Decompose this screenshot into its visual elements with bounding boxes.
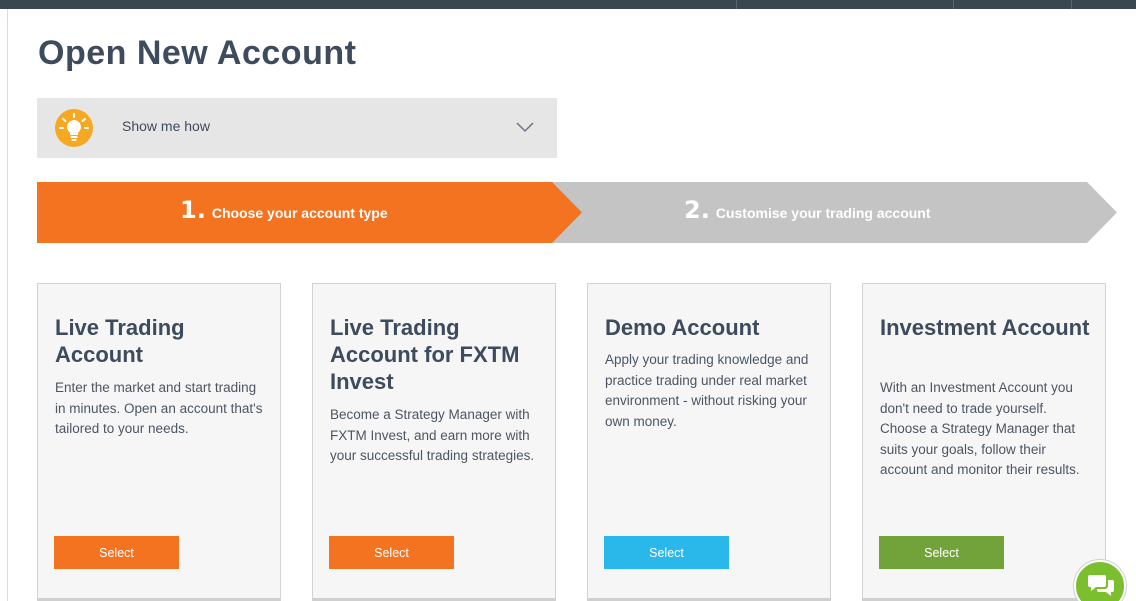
- card-investment-account: Investment Account With an Investment Ac…: [862, 283, 1106, 601]
- page-title: Open New Account: [38, 34, 357, 72]
- top-bar-divider: [1071, 0, 1072, 9]
- step-2-number: 2.: [684, 196, 710, 224]
- step-2[interactable]: 2. Customise your trading account: [684, 196, 931, 224]
- card-demo-account: Demo Account Apply your trading knowledg…: [587, 283, 831, 601]
- card-title: Live Trading Account for FXTM Invest: [330, 315, 520, 394]
- top-bar-divider: [736, 0, 737, 9]
- card-live-trading: Live Trading Account Enter the market an…: [37, 283, 281, 601]
- select-demo-account-button[interactable]: Select: [604, 536, 729, 569]
- card-description: Enter the market and start trading in mi…: [55, 380, 263, 436]
- select-live-trading-button[interactable]: Select: [54, 536, 179, 569]
- chat-bubbles-icon: [1088, 575, 1114, 596]
- step-1[interactable]: 1. Choose your account type: [180, 196, 388, 224]
- select-investment-account-button[interactable]: Select: [879, 536, 1004, 569]
- show-me-how-label: Show me how: [122, 118, 210, 134]
- top-bar: [0, 0, 1136, 9]
- top-bar-divider: [953, 0, 954, 9]
- show-me-how-toggle[interactable]: Show me how: [37, 98, 557, 158]
- lightbulb-icon: [55, 109, 93, 147]
- step-1-label: Choose your account type: [211, 205, 388, 221]
- left-border: [7, 9, 8, 601]
- chevron-down-icon: [516, 122, 534, 133]
- card-title: Investment Account: [880, 315, 1090, 340]
- card-description: With an Investment Account you don't nee…: [880, 380, 1080, 477]
- progress-steps: 1. Choose your account type 2. Customise y…: [37, 182, 1117, 243]
- step-2-label: Customise your trading account: [715, 205, 931, 221]
- card-title: Demo Account: [605, 315, 760, 340]
- select-fxtm-invest-button[interactable]: Select: [329, 536, 454, 569]
- step-1-number: 1.: [180, 196, 206, 224]
- card-description: Become a Strategy Manager with FXTM Inve…: [330, 407, 535, 463]
- card-description: Apply your trading knowledge and practic…: [605, 352, 809, 429]
- card-title: Live Trading Account: [55, 315, 185, 367]
- card-live-trading-fxtm-invest: Live Trading Account for FXTM Invest Bec…: [312, 283, 556, 601]
- chat-button[interactable]: [1074, 560, 1126, 601]
